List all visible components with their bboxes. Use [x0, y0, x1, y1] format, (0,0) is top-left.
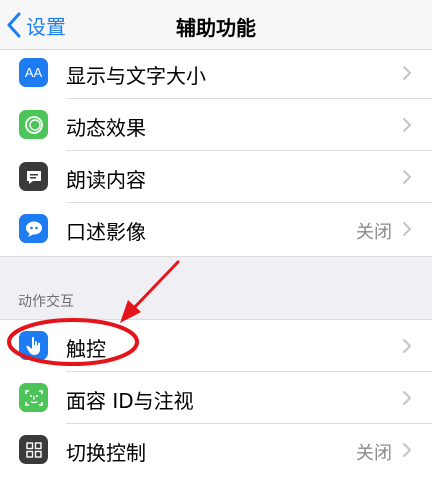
text-size-icon: AA — [19, 58, 48, 87]
list-item-touch[interactable]: 触控 — [0, 320, 432, 372]
list-item-label: 口述影像 — [66, 220, 146, 244]
section-header: 动作交互 — [18, 294, 74, 310]
interaction-settings-group: 触控 面容 ID与注视 切换控制 关闭 — [0, 320, 432, 482]
switch-control-icon — [19, 435, 48, 464]
list-item-label: 面容 ID与注视 — [66, 389, 194, 413]
chevron-right-icon — [403, 391, 411, 405]
section-gap: 动作交互 — [0, 256, 432, 320]
list-item-label: 触控 — [66, 337, 106, 361]
list-item-label: 动态效果 — [66, 116, 146, 140]
touch-hand-icon — [19, 331, 48, 360]
speech-bubble-icon — [19, 162, 48, 191]
list-item-motion[interactable]: 动态效果 — [0, 99, 432, 151]
status-value: 关闭 — [356, 443, 392, 464]
chevron-right-icon — [403, 170, 411, 184]
chevron-right-icon — [403, 66, 411, 80]
status-value: 关闭 — [356, 222, 392, 243]
list-item-label: 显示与文字大小 — [66, 64, 206, 88]
list-item-face-id-attention[interactable]: 面容 ID与注视 — [0, 372, 432, 424]
chevron-right-icon — [403, 339, 411, 353]
audio-description-icon — [19, 214, 48, 243]
list-item-label: 切换控制 — [66, 441, 146, 465]
list-item-label: 朗读内容 — [66, 168, 146, 192]
chevron-right-icon — [403, 118, 411, 132]
motion-icon — [19, 110, 48, 139]
face-id-icon — [19, 383, 48, 412]
list-item-audio-descriptions[interactable]: 口述影像 关闭 — [0, 203, 432, 255]
chevron-right-icon — [403, 222, 411, 236]
navigation-bar: 设置 辅助功能 — [0, 0, 432, 50]
list-item-display-text-size[interactable]: AA 显示与文字大小 — [0, 47, 432, 99]
vision-settings-group: AA 显示与文字大小 动态效果 朗读内容 口述影像 关闭 — [0, 51, 432, 256]
page-title: 辅助功能 — [176, 16, 256, 40]
list-item-spoken-content[interactable]: 朗读内容 — [0, 151, 432, 203]
chevron-right-icon — [403, 443, 411, 457]
list-item-switch-control[interactable]: 切换控制 关闭 — [0, 424, 432, 476]
